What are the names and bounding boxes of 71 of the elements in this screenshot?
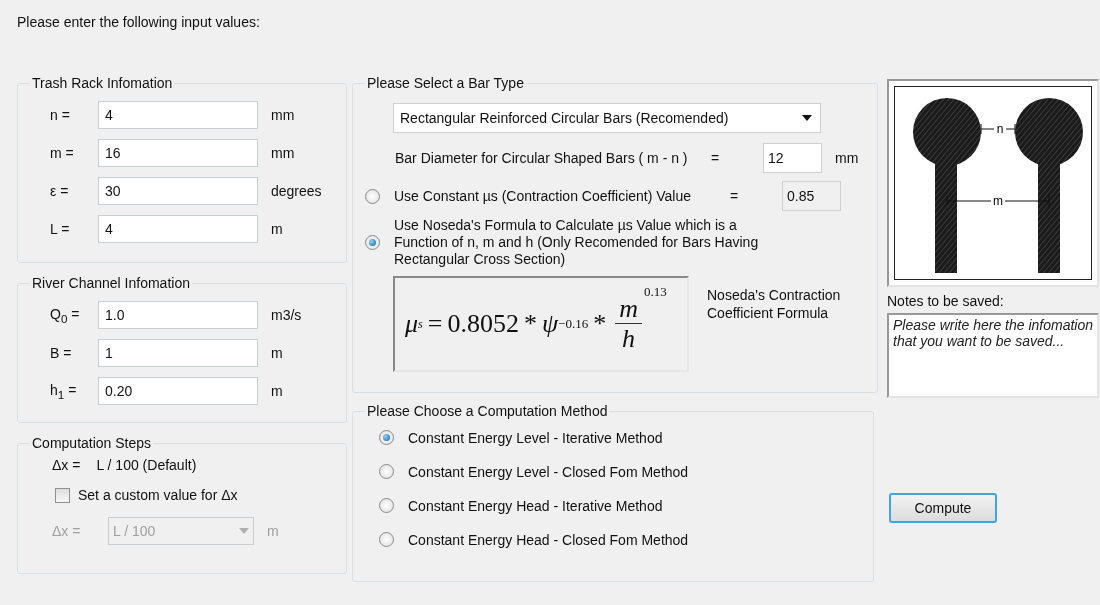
input-field[interactable]: 1.0: [98, 301, 258, 329]
formula-denominator: h: [622, 323, 636, 354]
formula-caption: Noseda's Contraction Coefficient Formula: [707, 286, 842, 323]
notes-label: Notes to be saved:: [887, 293, 1005, 309]
input-field[interactable]: 4: [98, 215, 258, 243]
diagram-label: m: [993, 194, 1003, 208]
field-label: h$_{1}$ =: [49, 381, 78, 401]
unit-label: m3/s: [271, 307, 302, 323]
unit-label: m: [271, 383, 283, 399]
field-label: n =: [49, 107, 71, 123]
unit-label: mm: [271, 145, 295, 161]
checkbox-label: Set a custom value for Δx: [78, 487, 238, 503]
checkbox[interactable]: [55, 487, 70, 503]
unit-label: m: [267, 523, 279, 539]
bar-type-dropdown[interactable]: Rectangular Reinforced Circular Bars (Recomended): [393, 103, 821, 133]
field-label: Δx =: [52, 523, 82, 539]
formula-subscript: s: [418, 316, 423, 331]
group-title: Computation Steps: [31, 435, 153, 451]
equals-sign: =: [730, 188, 740, 204]
formula-exponent: 0.13: [643, 284, 667, 300]
field-label: m =: [49, 145, 75, 161]
radio-label: Constant Energy Head - Closed Fom Method: [408, 531, 689, 548]
notes-field[interactable]: Please write here the infomation that you want to be saved...: [887, 313, 1099, 398]
input-field[interactable]: 16: [98, 139, 258, 167]
group-title: Please Select a Bar Type: [366, 75, 525, 91]
radio-label: Use Constant µs (Contraction Coefficient) Value: [394, 188, 693, 204]
formula-operator: *: [593, 309, 607, 339]
step-value: L / 100 (Default): [96, 457, 197, 473]
radio-label: Constant Energy Level - Closed Fom Method: [408, 463, 689, 480]
radio-button[interactable]: [365, 235, 380, 250]
unit-label: mm: [271, 107, 295, 123]
radio-label: Constant Energy Level - Iterative Method: [408, 429, 663, 446]
radio-button[interactable]: [379, 430, 394, 445]
formula-operator: *: [523, 309, 537, 339]
formula-operator: =: [427, 309, 443, 339]
formula-symbol: μ: [405, 309, 419, 339]
field-label: Q$_{0}$ =: [49, 305, 81, 325]
radio-button[interactable]: [365, 188, 380, 204]
unit-label: degrees: [271, 183, 322, 199]
input-field[interactable]: 1: [98, 339, 258, 367]
formula-number: 0.8052: [447, 309, 519, 339]
input-field[interactable]: 0.20: [98, 377, 258, 405]
input-field[interactable]: 30: [98, 177, 258, 205]
group-title: Please Choose a Computation Method: [366, 403, 609, 419]
unit-label: mm: [835, 150, 859, 166]
field-label: B =: [49, 345, 73, 361]
radio-label: Constant Energy Head - Iterative Method: [408, 497, 663, 514]
input-field[interactable]: 4: [98, 101, 258, 129]
instruction-text: Please enter the following input values:: [17, 14, 260, 30]
caret-icon: [802, 115, 812, 121]
unit-label: m: [271, 345, 283, 361]
input-field[interactable]: 12: [763, 143, 822, 173]
formula-exponent: −0.16: [558, 316, 589, 331]
field-label: Bar Diameter for Circular Shaped Bars ( m - n ): [395, 150, 689, 166]
radio-button[interactable]: [379, 498, 394, 513]
radio-button[interactable]: [379, 532, 394, 547]
input-field[interactable]: 0.85: [782, 181, 841, 211]
step-label: Δx =: [52, 457, 81, 473]
radio-button[interactable]: [379, 464, 394, 479]
formula-symbol: ψ: [541, 309, 559, 339]
group-title: Trash Rack Infomation: [31, 75, 174, 91]
equals-sign: =: [711, 150, 721, 166]
field-label: ε =: [49, 183, 70, 199]
formula-numerator: m: [615, 294, 642, 324]
compute-button[interactable]: Compute: [889, 493, 997, 523]
caret-icon: [239, 528, 249, 534]
unit-label: m: [271, 221, 283, 237]
radio-label: Use Noseda's Formula to Calculate µs Value which is a Function of n, m and h (Only Recomended for Bars Having Rectangular Cross Section): [394, 217, 760, 268]
diagram-label: n: [996, 122, 1004, 136]
field-label: L =: [49, 221, 71, 237]
group-title: River Channel Infomation: [31, 275, 191, 291]
